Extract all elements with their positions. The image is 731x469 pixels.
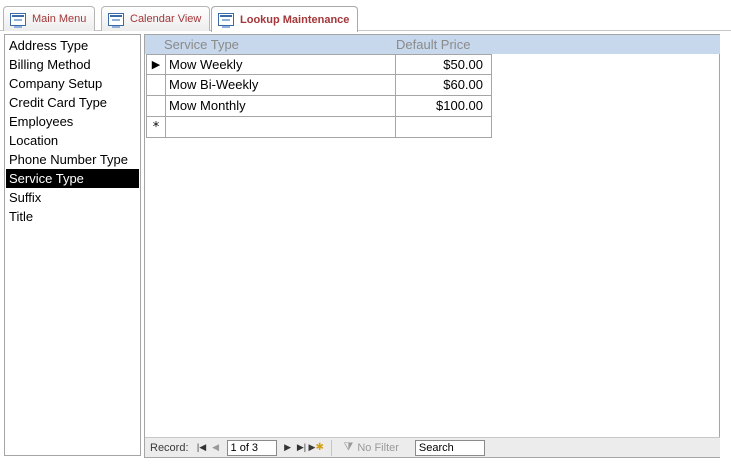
new-record-marker-icon: * <box>152 119 160 135</box>
tab-label: Main Menu <box>32 13 87 25</box>
record-selector[interactable] <box>146 75 165 96</box>
service-type-datasheet: Service Type Default Price ▶ Mow Weekly … <box>144 34 720 458</box>
new-record-icon[interactable]: ▶✱ <box>309 442 324 453</box>
default-price-cell[interactable]: $100.00 <box>395 96 492 117</box>
next-record-icon[interactable]: ▶ <box>281 442 295 453</box>
list-item-service-type[interactable]: Service Type <box>6 169 139 188</box>
current-record-icon: ▶ <box>151 58 161 71</box>
document-tab-bar: Main Menu Calendar View Lookup Maintenan… <box>0 0 731 32</box>
form-icon <box>10 12 26 28</box>
record-navigation-bar: Record: |◀ ◀ 1 of 3 ▶ ▶| ▶✱ ⧩ No Filter … <box>145 437 720 457</box>
tab-calendar-view[interactable]: Calendar View <box>101 6 211 31</box>
service-type-cell[interactable]: Mow Bi-Weekly <box>165 75 396 96</box>
default-price-cell[interactable]: $50.00 <box>395 54 492 75</box>
record-selector[interactable]: * <box>146 117 165 138</box>
filter-label: No Filter <box>357 441 399 454</box>
list-item-employees[interactable]: Employees <box>6 112 139 131</box>
list-item-location[interactable]: Location <box>6 131 139 150</box>
datasheet-header: Service Type Default Price <box>145 35 720 54</box>
list-item-title[interactable]: Title <box>6 207 139 226</box>
form-icon <box>218 13 234 28</box>
list-item-company-setup[interactable]: Company Setup <box>6 74 139 93</box>
column-header-default-price[interactable]: Default Price <box>396 35 470 54</box>
record-label: Record: <box>150 441 189 454</box>
tab-main-menu[interactable]: Main Menu <box>3 6 96 31</box>
list-item-billing-method[interactable]: Billing Method <box>6 55 139 74</box>
divider <box>330 439 332 456</box>
form-icon <box>108 12 124 28</box>
lookup-table-listbox[interactable]: Address Type Billing Method Company Setu… <box>4 34 141 456</box>
service-type-cell[interactable] <box>165 117 396 138</box>
service-type-cell[interactable]: Mow Monthly <box>165 96 396 117</box>
last-record-icon[interactable]: ▶| <box>295 442 309 453</box>
list-item-suffix[interactable]: Suffix <box>6 188 139 207</box>
tab-label: Calendar View <box>130 13 202 25</box>
search-input[interactable]: Search <box>414 439 485 456</box>
record-selector[interactable]: ▶ <box>146 54 165 75</box>
current-record-field[interactable]: 1 of 3 <box>226 439 277 456</box>
previous-record-icon[interactable]: ◀ <box>209 442 223 453</box>
first-record-icon[interactable]: |◀ <box>195 442 209 453</box>
default-price-cell[interactable] <box>395 117 492 138</box>
list-item-phone-number-type[interactable]: Phone Number Type <box>6 150 139 169</box>
column-header-service-type[interactable]: Service Type <box>164 35 239 54</box>
default-price-cell[interactable]: $60.00 <box>395 75 492 96</box>
filter-toggle-button[interactable]: ⧩ No Filter <box>344 441 399 454</box>
list-item-address-type[interactable]: Address Type <box>6 36 139 55</box>
service-type-cell[interactable]: Mow Weekly <box>165 54 396 75</box>
tab-lookup-maintenance[interactable]: Lookup Maintenance <box>211 6 359 32</box>
list-item-credit-card-type[interactable]: Credit Card Type <box>6 93 139 112</box>
filter-off-icon: ⧩ <box>343 441 354 453</box>
record-selector[interactable] <box>146 96 165 117</box>
tab-label: Lookup Maintenance <box>240 13 350 26</box>
